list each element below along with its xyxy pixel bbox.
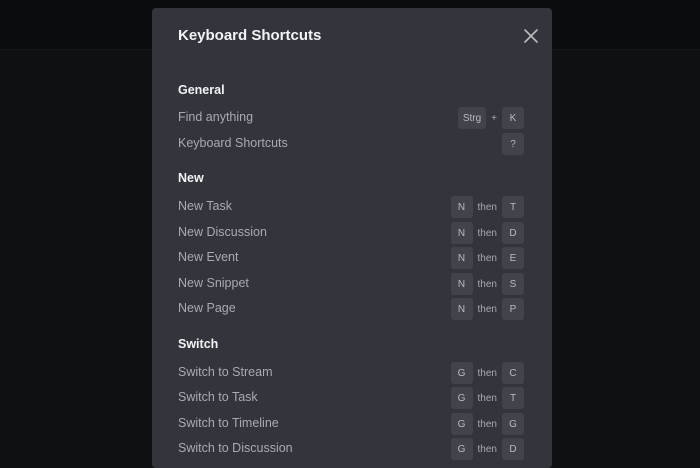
- key-separator: then: [477, 227, 497, 239]
- shortcut-row-switch-to-task: Switch to Task G then T: [178, 387, 524, 411]
- shortcut-label: Switch to Timeline: [178, 416, 279, 430]
- shortcut-keys: ?: [502, 133, 524, 155]
- key-separator: then: [477, 418, 497, 430]
- key-cap: G: [450, 438, 473, 460]
- shortcut-keys: N then D: [450, 222, 524, 244]
- key-separator: then: [477, 252, 497, 264]
- key-separator: then: [477, 278, 497, 290]
- shortcut-row-keyboard-shortcuts: Keyboard Shortcuts ?: [178, 133, 524, 157]
- shortcut-row-new-discussion: New Discussion N then D: [178, 222, 524, 246]
- key-cap: T: [502, 196, 524, 218]
- key-cap: N: [450, 247, 473, 269]
- key-cap: P: [502, 298, 524, 320]
- section-title-general: General: [178, 83, 225, 97]
- shortcut-label: Keyboard Shortcuts: [178, 136, 288, 150]
- key-cap: D: [502, 438, 524, 460]
- key-cap: N: [450, 298, 473, 320]
- modal-title: Keyboard Shortcuts: [178, 27, 322, 44]
- shortcut-row-new-event: New Event N then E: [178, 247, 524, 271]
- key-separator: then: [477, 367, 497, 379]
- shortcut-keys: G then G: [450, 413, 524, 435]
- key-separator: then: [477, 201, 497, 213]
- shortcut-row-find-anything: Find anything Strg + K: [178, 107, 524, 131]
- shortcut-row-new-task: New Task N then T: [178, 196, 524, 220]
- shortcut-keys: N then P: [450, 298, 524, 320]
- key-cap: E: [502, 247, 524, 269]
- key-cap: Strg: [457, 107, 487, 129]
- key-separator: then: [477, 303, 497, 315]
- close-button[interactable]: [523, 28, 539, 44]
- shortcut-row-new-page: New Page N then P: [178, 298, 524, 322]
- shortcut-keys: G then T: [450, 387, 524, 409]
- key-separator: +: [491, 112, 497, 124]
- key-cap: ?: [502, 133, 524, 155]
- keyboard-shortcuts-modal: Keyboard Shortcuts General Find anything…: [152, 8, 552, 468]
- key-cap: N: [450, 273, 473, 295]
- shortcut-keys: N then E: [450, 247, 524, 269]
- close-icon: [524, 29, 538, 43]
- shortcut-row-switch-to-discussion: Switch to Discussion G then D: [178, 438, 524, 462]
- key-separator: then: [477, 392, 497, 404]
- key-cap: K: [502, 107, 524, 129]
- key-separator: then: [477, 443, 497, 455]
- key-cap: T: [502, 387, 524, 409]
- shortcut-label: Find anything: [178, 110, 254, 124]
- shortcut-keys: G then D: [450, 438, 524, 460]
- shortcut-label: Switch to Stream: [178, 365, 273, 379]
- shortcut-label: New Snippet: [178, 276, 249, 290]
- key-cap: G: [450, 413, 473, 435]
- key-cap: S: [502, 273, 524, 295]
- shortcut-keys: N then S: [450, 273, 524, 295]
- shortcut-label: New Task: [178, 199, 232, 213]
- shortcut-label: Switch to Discussion: [178, 441, 293, 455]
- key-cap: D: [502, 222, 524, 244]
- shortcut-keys: Strg + K: [457, 107, 524, 129]
- shortcut-row-switch-to-timeline: Switch to Timeline G then G: [178, 413, 524, 437]
- key-cap: C: [502, 362, 524, 384]
- shortcut-label: Switch to Task: [178, 390, 258, 404]
- section-title-new: New: [178, 171, 204, 185]
- shortcut-keys: G then C: [450, 362, 524, 384]
- shortcut-label: New Discussion: [178, 225, 267, 239]
- shortcut-row-new-snippet: New Snippet N then S: [178, 273, 524, 297]
- shortcut-label: New Event: [178, 250, 239, 264]
- key-cap: G: [450, 362, 473, 384]
- shortcut-label: New Page: [178, 301, 236, 315]
- shortcut-keys: N then T: [450, 196, 524, 218]
- key-cap: N: [450, 196, 473, 218]
- key-cap: N: [450, 222, 473, 244]
- modal-header: Keyboard Shortcuts: [152, 8, 552, 64]
- key-cap: G: [450, 387, 473, 409]
- section-title-switch: Switch: [178, 337, 219, 351]
- shortcut-row-switch-to-stream: Switch to Stream G then C: [178, 362, 524, 386]
- key-cap: G: [502, 413, 524, 435]
